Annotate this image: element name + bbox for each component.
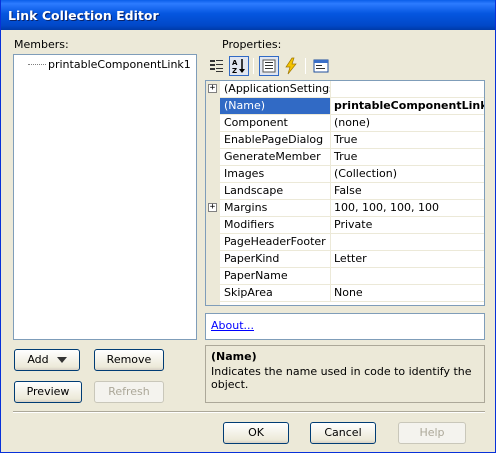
property-name: EnablePageDialog — [220, 132, 331, 149]
events-icon[interactable] — [281, 56, 301, 76]
expand-plus-icon[interactable]: + — [208, 203, 217, 212]
property-value[interactable]: None — [331, 285, 484, 302]
property-row[interactable]: + (ApplicationSettings) — [206, 81, 484, 98]
alphabetical-icon[interactable]: A Z — [229, 56, 249, 76]
categorized-icon[interactable] — [207, 56, 227, 76]
property-row[interactable]: PaperName — [206, 268, 484, 285]
property-value[interactable]: True — [331, 149, 484, 166]
property-value[interactable]: Letter — [331, 251, 484, 268]
property-value[interactable] — [331, 268, 484, 285]
remove-button[interactable]: Remove — [94, 349, 164, 371]
svg-text:A: A — [232, 59, 238, 67]
property-row[interactable]: PaperKind Letter — [206, 251, 484, 268]
grid-empty-area — [220, 302, 484, 305]
property-value[interactable]: True — [331, 132, 484, 149]
property-row[interactable]: PageHeaderFooter — [206, 234, 484, 251]
commands-pane: About... — [205, 313, 485, 340]
property-row[interactable]: (Name) printableComponentLink1 — [206, 98, 484, 115]
preview-button[interactable]: Preview — [14, 381, 82, 403]
description-title: (Name) — [211, 350, 257, 363]
property-row[interactable]: EnablePageDialog True — [206, 132, 484, 149]
property-pages-icon[interactable] — [311, 56, 331, 76]
property-row[interactable]: Modifiers Private — [206, 217, 484, 234]
property-name: PaperName — [220, 268, 331, 285]
property-name: (Name) — [220, 98, 331, 115]
description-pane: (Name) Indicates the name used in code t… — [205, 345, 485, 403]
property-value[interactable]: (Collection) — [331, 166, 484, 183]
description-text: Indicates the name used in code to ident… — [211, 365, 472, 391]
dropdown-arrow-icon — [56, 357, 67, 363]
property-name: Margins — [220, 200, 331, 217]
add-button[interactable]: Add — [14, 349, 80, 371]
property-row[interactable]: + Margins 100, 100, 100, 100 — [206, 200, 484, 217]
expand-plus-icon[interactable]: + — [208, 84, 217, 93]
property-value[interactable]: 100, 100, 100, 100 — [331, 200, 484, 217]
property-name: Modifiers — [220, 217, 331, 234]
property-row[interactable]: SkipArea None — [206, 285, 484, 302]
property-name: GenerateMember — [220, 149, 331, 166]
properties-label: Properties: — [222, 38, 282, 51]
property-name: (ApplicationSettings) — [220, 81, 331, 98]
property-row[interactable]: GenerateMember True — [206, 149, 484, 166]
property-name: SkipArea — [220, 285, 331, 302]
property-value[interactable]: printableComponentLink1 — [331, 98, 484, 115]
refresh-button[interactable]: Refresh — [94, 381, 164, 403]
property-name: Landscape — [220, 183, 331, 200]
property-row[interactable]: Images (Collection) — [206, 166, 484, 183]
property-value[interactable] — [331, 234, 484, 251]
ok-button[interactable]: OK — [223, 422, 289, 444]
property-name: PageHeaderFooter — [220, 234, 331, 251]
members-list[interactable]: printableComponentLink1 — [13, 54, 197, 340]
svg-text:Z: Z — [232, 67, 237, 75]
tree-connector-line — [28, 64, 46, 65]
property-value[interactable] — [331, 81, 484, 98]
members-label: Members: — [14, 38, 69, 51]
property-name: PaperKind — [220, 251, 331, 268]
properties-icon[interactable] — [259, 56, 279, 76]
title-bar[interactable]: Link Collection Editor — [1, 0, 495, 30]
property-name: Component — [220, 115, 331, 132]
property-value[interactable]: Private — [331, 217, 484, 234]
cancel-button[interactable]: Cancel — [310, 422, 376, 444]
property-name: Images — [220, 166, 331, 183]
help-button[interactable]: Help — [398, 422, 466, 444]
property-value[interactable]: (none) — [331, 115, 484, 132]
property-value[interactable]: False — [331, 183, 484, 200]
property-grid[interactable]: + (ApplicationSettings) (Name) printableCom… — [205, 80, 485, 306]
link-collection-editor-window: Link Collection Editor Members: printabl… — [0, 0, 496, 453]
window-title: Link Collection Editor — [8, 8, 159, 23]
property-row[interactable]: Component (none) — [206, 115, 484, 132]
member-item[interactable]: printableComponentLink1 — [48, 58, 191, 72]
about-link[interactable]: About... — [211, 319, 254, 332]
property-row[interactable]: Landscape False — [206, 183, 484, 200]
footer-divider — [13, 411, 485, 413]
add-button-label: Add — [27, 353, 49, 366]
